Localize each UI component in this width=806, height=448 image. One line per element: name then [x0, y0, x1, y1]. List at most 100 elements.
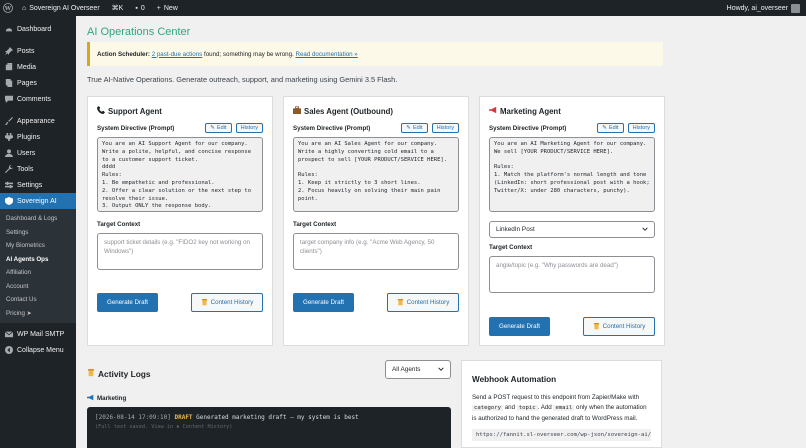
sidebar-item-settings[interactable]: Settings [0, 177, 76, 193]
marketing-target-input[interactable]: angle/topic (e.g. "Why passwords are dea… [489, 256, 655, 293]
submenu-item-my-biometrics[interactable]: My Biometrics [0, 239, 76, 253]
support-prompt-textarea[interactable]: You are an AI Support Agent for our comp… [97, 137, 263, 212]
log-message: Generated marketing draft — my system is… [192, 414, 359, 421]
dashboard-icon [5, 25, 13, 33]
prompt-history-button[interactable]: History [627, 123, 655, 133]
submenu-item-settings[interactable]: Settings [0, 226, 76, 240]
sales-prompt-textarea[interactable]: You are an AI Sales Agent for our compan… [293, 137, 459, 212]
sidebar-item-label: Users [17, 149, 36, 157]
support-target-input[interactable]: support ticket details (e.g. "FIDO2 key … [97, 233, 263, 270]
sidebar-item-users[interactable]: Users [0, 145, 76, 161]
chevron-down-icon [438, 366, 444, 374]
sidebar-item-media[interactable]: Media [0, 59, 76, 75]
card-title: Sales Agent (Outbound) [304, 106, 393, 116]
log-content-history-link[interactable]: Content History) [182, 424, 232, 430]
log-entry: [2026-08-14 17:09:10] DRAFT Generated ma… [95, 414, 443, 421]
marketing-prompt-textarea[interactable]: You are an AI Marketing Agent for our co… [489, 137, 655, 212]
webhook-description: Send a POST request to this endpoint fro… [472, 393, 651, 423]
agent-filter-value: All Agents [392, 366, 421, 373]
submenu-item-affiliation[interactable]: Affiliation [0, 266, 76, 280]
comments-link[interactable]: ▪ 0 [129, 0, 150, 16]
prompt-history-button[interactable]: History [235, 123, 263, 133]
webhook-text: Send a POST request to this endpoint fro… [472, 394, 640, 401]
brush-icon [5, 117, 13, 125]
target-context-label: Target Context [489, 244, 533, 251]
edit-prompt-button[interactable]: ✎ Edit [401, 123, 428, 133]
read-documentation-link[interactable]: Read documentation » [295, 51, 357, 58]
submenu-item-pricing[interactable]: Pricing ➤ [0, 307, 76, 321]
avatar [791, 3, 800, 13]
submenu-item-contact-us[interactable]: Contact Us [0, 293, 76, 307]
sidebar-item-label: Media [17, 63, 37, 71]
sidebar-item-comments[interactable]: Comments [0, 91, 76, 107]
phone-icon [97, 106, 105, 116]
sidebar-item-tools[interactable]: Tools [0, 161, 76, 177]
edit-prompt-button[interactable]: ✎ Edit [205, 123, 232, 133]
edit-label: Edit [608, 125, 619, 131]
sidebar-item-label: Plugins [17, 133, 40, 141]
card-title: Marketing Agent [500, 106, 561, 116]
sovereign-ai-submenu: Dashboard & Logs Settings My Biometrics … [0, 209, 76, 323]
submenu-item-dashboard-logs[interactable]: Dashboard & Logs [0, 212, 76, 226]
agent-filter-select[interactable]: All Agents [385, 360, 451, 379]
collapse-menu-button[interactable]: Collapse Menu [0, 342, 76, 358]
support-agent-heading: Support Agent [97, 105, 263, 117]
chevron-down-icon [642, 226, 648, 234]
pin-icon [5, 47, 13, 55]
prompt-history-button[interactable]: History [431, 123, 459, 133]
plugin-icon [5, 133, 13, 141]
new-content-button[interactable]: + New [151, 0, 184, 16]
sidebar-item-appearance[interactable]: Appearance [0, 113, 76, 129]
sidebar-item-posts[interactable]: Posts [0, 43, 76, 59]
platform-value: LinkedIn Post [496, 226, 535, 233]
user-menu[interactable]: Howdy, ai_overseer [721, 0, 806, 16]
mail-icon [5, 330, 13, 338]
sidebar-item-wp-mail-smtp[interactable]: WP Mail SMTP [0, 326, 76, 342]
generate-draft-button[interactable]: Generate Draft [97, 293, 158, 312]
content-history-button[interactable]: Content History [387, 293, 459, 312]
sales-target-input[interactable]: target company info (e.g. "Acme Web Agen… [293, 233, 459, 270]
comment-icon [5, 95, 13, 103]
submenu-item-account[interactable]: Account [0, 280, 76, 294]
content-history-button[interactable]: Content History [583, 317, 655, 336]
log-section-marketing: Marketing [87, 394, 126, 403]
content-history-button[interactable]: Content History [191, 293, 263, 312]
pencil-icon: ✎ [602, 125, 607, 131]
sidebar-item-label: Tools [17, 165, 34, 173]
content-history-label: Content History [210, 299, 254, 306]
webhook-url[interactable]: https://fannit.sl-overseer.com/wp-json/s… [472, 429, 651, 442]
plus-icon: + [156, 4, 161, 12]
intro-text: True AI-Native Operations. Generate outr… [87, 75, 398, 84]
sidebar-item-plugins[interactable]: Plugins [0, 129, 76, 145]
target-context-label: Target Context [97, 221, 141, 228]
scroll-icon [87, 369, 95, 379]
log-timestamp: [2026-08-14 17:09:10] [95, 414, 171, 421]
sidebar-item-label: Settings [17, 181, 43, 189]
sidebar-item-sovereign-ai[interactable]: Sovereign AI [0, 193, 76, 209]
wordpress-logo-icon[interactable]: W [0, 0, 16, 16]
command-palette-button[interactable]: ⌘K [106, 0, 130, 16]
edit-prompt-button[interactable]: ✎ Edit [597, 123, 624, 133]
directive-label: System Directive (Prompt) [489, 124, 567, 132]
shield-icon [5, 197, 13, 205]
webhook-title: Webhook Automation [472, 375, 557, 384]
sales-agent-heading: Sales Agent (Outbound) [293, 105, 459, 117]
edit-label: Edit [412, 125, 423, 131]
generate-draft-button[interactable]: Generate Draft [293, 293, 354, 312]
content-history-label: Content History [602, 323, 646, 330]
sidebar-item-pages[interactable]: Pages [0, 75, 76, 91]
action-scheduler-notice: Action Scheduler: 2 past-due actions fou… [87, 42, 663, 66]
site-name-link[interactable]: ⌂ Sovereign AI Overseer [16, 0, 106, 16]
code-email: email [553, 404, 575, 411]
platform-select[interactable]: LinkedIn Post [489, 221, 655, 238]
code-category: category [472, 404, 503, 411]
scroll-icon [593, 323, 600, 330]
sidebar-item-dashboard[interactable]: Dashboard [0, 21, 76, 37]
generate-draft-button[interactable]: Generate Draft [489, 317, 550, 336]
page-title: AI Operations Center [87, 26, 191, 38]
scroll-icon: ▪ [176, 424, 180, 430]
scroll-icon [397, 299, 404, 306]
submenu-item-ai-agents-ops[interactable]: AI Agents Ops [0, 253, 76, 267]
past-due-link[interactable]: 2 past-due actions [152, 51, 203, 58]
log-section-label: Marketing [97, 395, 127, 402]
